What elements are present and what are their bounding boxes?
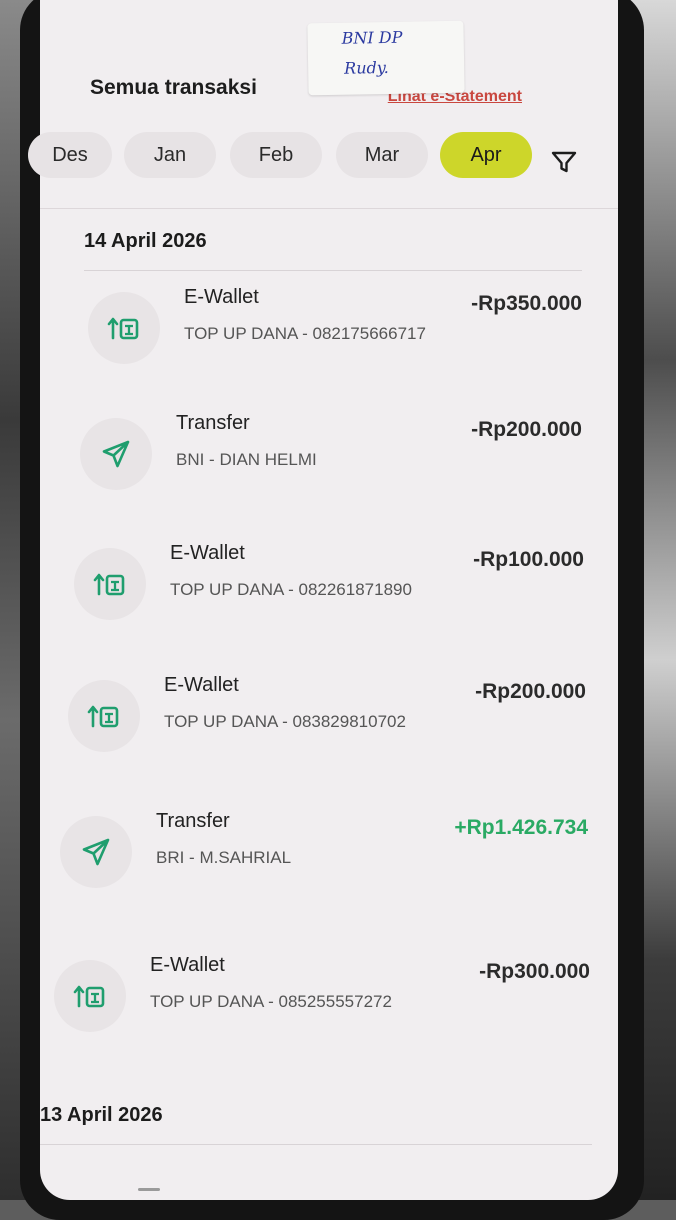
- transaction-description: TOP UP DANA - 082261871890: [170, 580, 412, 599]
- transaction-row[interactable]: E-Wallet TOP UP DANA - 082175666717 -Rp350…: [88, 286, 582, 392]
- ewallet-topup-icon: [88, 292, 160, 364]
- nav-hint-bar: [138, 1188, 160, 1191]
- date-group-header: 14 April 2026: [84, 230, 207, 252]
- ewallet-topup-icon: [74, 548, 146, 620]
- sticky-note-line-2: Rudy.: [344, 57, 389, 78]
- transaction-category: Transfer: [156, 810, 230, 832]
- transaction-category: E-Wallet: [184, 286, 259, 308]
- transaction-category: Transfer: [176, 412, 250, 434]
- send-paper-plane-icon: [60, 816, 132, 888]
- divider: [40, 1144, 592, 1145]
- page-title: Semua transaksi: [90, 76, 257, 99]
- month-tabs: Des Jan Feb Mar Apr: [28, 132, 600, 188]
- transaction-amount: -Rp100.000: [473, 548, 584, 571]
- tab-month-jan[interactable]: Jan: [124, 132, 216, 178]
- divider: [84, 270, 582, 271]
- ewallet-topup-icon: [54, 960, 126, 1032]
- transaction-amount: +Rp1.426.734: [454, 816, 588, 839]
- transaction-row[interactable]: Transfer BRI - M.SAHRIAL +Rp1.426.734: [60, 810, 588, 916]
- transaction-description: TOP UP DANA - 082175666717: [184, 324, 426, 343]
- date-group-header: 13 April 2026: [40, 1104, 163, 1126]
- divider: [40, 208, 618, 209]
- transaction-category: E-Wallet: [164, 674, 239, 696]
- transaction-category: E-Wallet: [150, 954, 225, 976]
- send-paper-plane-icon: [80, 418, 152, 490]
- transaction-description: BNI - DIAN HELMI: [176, 450, 317, 469]
- transaction-row[interactable]: Transfer BNI - DIAN HELMI -Rp200.000: [80, 412, 582, 518]
- sticky-note: BNI DP Rudy.: [307, 20, 465, 96]
- transaction-amount: -Rp200.000: [475, 680, 586, 703]
- tab-month-feb[interactable]: Feb: [230, 132, 322, 178]
- sticky-note-line-1: BNI DP: [341, 27, 403, 48]
- transaction-amount: -Rp300.000: [479, 960, 590, 983]
- transaction-row[interactable]: E-Wallet TOP UP DANA - 082261871890 -Rp100…: [74, 542, 584, 648]
- tab-month-mar[interactable]: Mar: [336, 132, 428, 178]
- transaction-description: BRI - M.SAHRIAL: [156, 848, 292, 867]
- transaction-amount: -Rp200.000: [471, 418, 582, 441]
- ewallet-topup-icon: [68, 680, 140, 752]
- tab-month-apr[interactable]: Apr: [440, 132, 532, 178]
- transaction-amount: -Rp350.000: [471, 292, 582, 315]
- transaction-description: TOP UP DANA - 083829810702: [164, 712, 406, 731]
- transaction-description: TOP UP DANA - 085255557272: [150, 992, 392, 1011]
- filter-funnel-icon[interactable]: [548, 146, 580, 178]
- transaction-row[interactable]: E-Wallet TOP UP DANA - 085255557272 -Rp300…: [54, 954, 590, 1060]
- tab-month-des[interactable]: Des: [28, 132, 112, 178]
- transaction-category: E-Wallet: [170, 542, 245, 564]
- transaction-row[interactable]: E-Wallet TOP UP DANA - 083829810702 -Rp200…: [68, 674, 586, 780]
